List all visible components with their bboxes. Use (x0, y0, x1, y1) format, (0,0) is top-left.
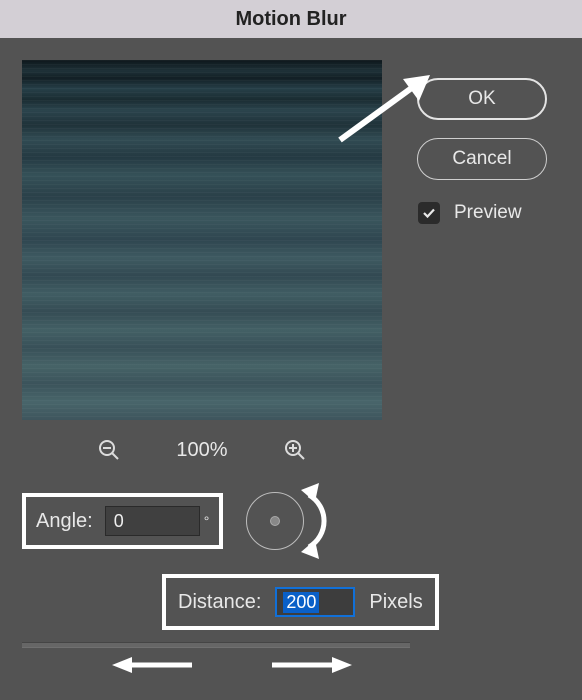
distance-label: Distance: (178, 591, 261, 614)
angle-label: Angle: (36, 510, 93, 533)
dialog-title: Motion Blur (0, 0, 582, 38)
distance-unit: Pixels (369, 591, 422, 614)
angle-wheel[interactable] (246, 492, 304, 550)
angle-unit: ° (204, 513, 210, 529)
zoom-level: 100% (176, 439, 227, 462)
angle-control: Angle: ° (22, 493, 223, 549)
preview-image (22, 60, 382, 420)
arrow-left-icon (112, 656, 192, 674)
preview-checkbox[interactable] (418, 202, 440, 224)
slider-annotation-arrows (112, 650, 352, 680)
angle-input[interactable] (105, 506, 200, 536)
cancel-button[interactable]: Cancel (417, 138, 547, 180)
distance-input[interactable]: 200 (275, 587, 355, 617)
distance-slider-track[interactable] (22, 642, 410, 648)
rotate-arrows-icon (301, 480, 341, 562)
angle-wheel-knob (270, 516, 280, 526)
arrow-right-icon (272, 656, 352, 674)
ok-button[interactable]: OK (417, 78, 547, 120)
zoom-out-icon[interactable] (97, 438, 121, 462)
check-icon (421, 205, 437, 221)
zoom-in-icon[interactable] (283, 438, 307, 462)
preview-label: Preview (454, 202, 522, 224)
distance-control: Distance: 200 Pixels (162, 574, 439, 630)
